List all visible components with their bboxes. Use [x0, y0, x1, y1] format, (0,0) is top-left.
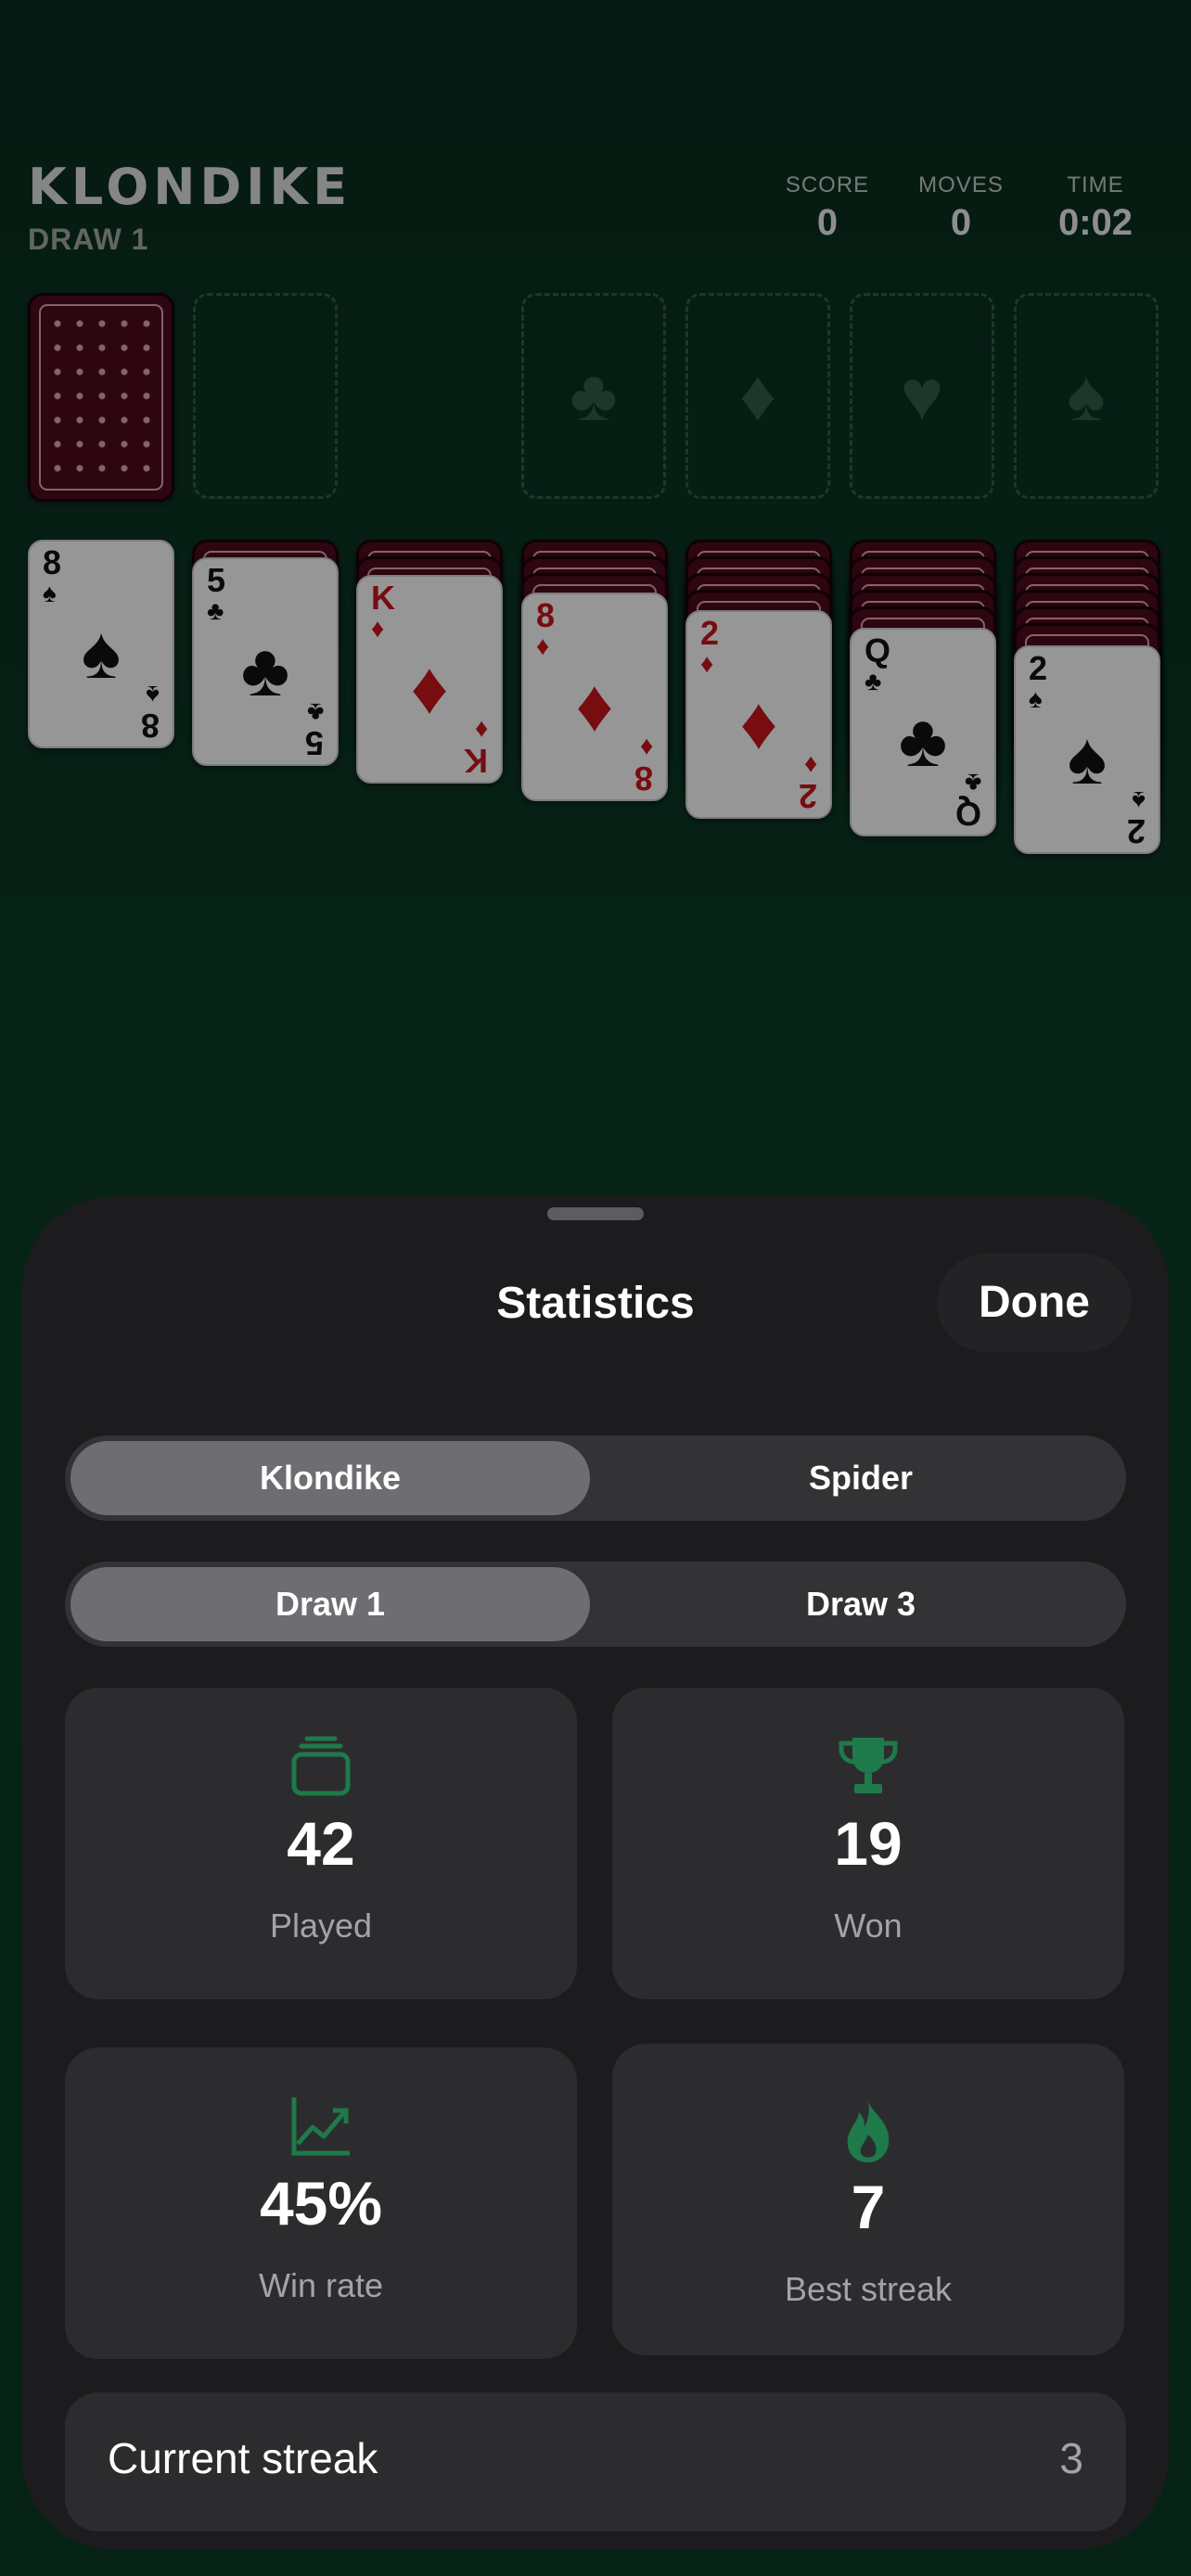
- card-suit-icon: ♦: [536, 631, 550, 660]
- card-suit-icon: ♠: [1029, 684, 1043, 713]
- card-rank: K: [464, 742, 488, 780]
- game-type-segmented: Klondike Spider: [65, 1435, 1126, 1521]
- chart-icon: [65, 2094, 577, 2159]
- win-rate-caption: Win rate: [258, 2266, 384, 2304]
- time-label: TIME: [1067, 172, 1124, 198]
- card-suit-icon: ♣: [306, 698, 324, 727]
- tab-klondike[interactable]: Klondike: [70, 1441, 590, 1515]
- won-tile: 19 Won: [612, 1688, 1124, 1999]
- flame-icon: [612, 2099, 1124, 2164]
- foundation-diamonds[interactable]: ♦: [685, 293, 830, 499]
- spade-icon: ♠: [1067, 354, 1106, 436]
- card-suit-icon: ♣: [864, 667, 882, 695]
- tableau-card[interactable]: 5 ♣ ♣ ♣ 5: [192, 557, 339, 766]
- card-suit-icon: ♣: [964, 769, 981, 797]
- card-rank: 2: [798, 777, 817, 815]
- heart-icon: ♥: [900, 354, 944, 436]
- foundation-hearts[interactable]: ♥: [850, 293, 994, 499]
- card-suit-icon: ♠: [146, 681, 160, 709]
- moves-label: MOVES: [918, 172, 1004, 198]
- card-rank: 5: [207, 561, 226, 599]
- score-label: SCORE: [785, 172, 870, 198]
- card-center-suit-icon: ♣: [898, 699, 948, 782]
- card-rank: 8: [634, 759, 653, 797]
- done-button[interactable]: Done: [937, 1254, 1132, 1352]
- card-rank: 8: [536, 596, 556, 634]
- foundation-spades[interactable]: ♠: [1014, 293, 1159, 499]
- score-value: 0: [816, 202, 839, 243]
- win-rate-tile: 45% Win rate: [65, 2047, 577, 2359]
- score-stat: SCORE 0: [762, 172, 892, 244]
- card-suit-icon: ♠: [43, 579, 57, 607]
- card-rank: 2: [1126, 812, 1146, 850]
- stock-pile[interactable]: [28, 293, 174, 502]
- moves-value: 0: [950, 202, 972, 243]
- card-center-suit-icon: ♦: [410, 646, 449, 729]
- card-center-suit-icon: ♦: [739, 682, 778, 764]
- moves-stat: MOVES 0: [896, 172, 1026, 244]
- card-suit-icon: ♦: [803, 751, 817, 780]
- card-rank: 8: [140, 707, 160, 745]
- card-center-suit-icon: ♣: [240, 629, 290, 711]
- best-streak-caption: Best streak: [784, 2270, 953, 2308]
- diamond-icon: ♦: [739, 354, 776, 436]
- waste-slot[interactable]: [193, 293, 338, 499]
- club-icon: ♣: [570, 354, 618, 436]
- card-suit-icon: ♦: [700, 649, 714, 678]
- game-title: KLONDIKE: [28, 158, 352, 216]
- best-streak-value: 7: [851, 2173, 886, 2241]
- tableau-card[interactable]: K ♦ ♦ ♦ K: [356, 575, 503, 784]
- time-stat: TIME 0:02: [1031, 172, 1160, 244]
- card-center-suit-icon: ♦: [575, 664, 614, 746]
- card-rank: 2: [700, 614, 720, 652]
- card-suit-icon: ♦: [371, 614, 385, 643]
- played-tile: 42 Played: [65, 1688, 577, 1999]
- won-caption: Won: [834, 1906, 903, 1945]
- tableau-card[interactable]: 2 ♦ ♦ ♦ 2: [685, 610, 832, 819]
- draw-mode-segmented: Draw 1 Draw 3: [65, 1562, 1126, 1647]
- stack-icon: [65, 1734, 577, 1799]
- time-value: 0:02: [1057, 202, 1133, 243]
- card-rank: Q: [864, 631, 891, 670]
- statistics-sheet: Statistics Done Klondike Spider Draw 1 D…: [22, 1196, 1169, 2550]
- won-value: 19: [834, 1809, 903, 1878]
- card-suit-icon: ♦: [639, 733, 653, 762]
- card-rank: Q: [954, 795, 981, 833]
- card-center-suit-icon: ♠: [81, 611, 122, 694]
- current-streak-label: Current streak: [108, 2434, 378, 2482]
- win-rate-value: 45%: [259, 2169, 383, 2238]
- card-rank: 2: [1029, 649, 1048, 687]
- tableau-card[interactable]: 8 ♠ ♠ ♠ 8: [28, 540, 174, 748]
- game-mode: DRAW 1: [28, 223, 149, 256]
- played-caption: Played: [269, 1906, 373, 1945]
- card-suit-icon: ♣: [207, 596, 224, 625]
- foundation-clubs[interactable]: ♣: [521, 293, 666, 499]
- trophy-icon: [612, 1734, 1124, 1799]
- current-streak-row: Current streak 3: [65, 2392, 1126, 2531]
- tab-draw-3[interactable]: Draw 3: [601, 1567, 1121, 1641]
- card-suit-icon: ♠: [1132, 786, 1146, 815]
- played-value: 42: [287, 1809, 355, 1878]
- best-streak-tile: 7 Best streak: [612, 2044, 1124, 2355]
- card-rank: 8: [43, 543, 62, 581]
- game-board: KLONDIKE DRAW 1 SCORE 0 MOVES 0 TIME 0:0…: [0, 0, 1191, 1205]
- sheet-grabber[interactable]: [547, 1207, 644, 1220]
- card-suit-icon: ♦: [474, 716, 488, 745]
- tableau-card[interactable]: Q ♣ ♣ ♣ Q: [850, 628, 996, 836]
- tab-draw-1[interactable]: Draw 1: [70, 1567, 590, 1641]
- current-streak-value: 3: [1059, 2434, 1083, 2482]
- tableau-card[interactable]: 2 ♠ ♠ ♠ 2: [1014, 645, 1160, 854]
- tab-spider[interactable]: Spider: [601, 1441, 1121, 1515]
- card-rank: K: [371, 579, 395, 617]
- card-center-suit-icon: ♠: [1067, 717, 1108, 799]
- tableau-card[interactable]: 8 ♦ ♦ ♦ 8: [521, 593, 668, 801]
- card-rank: 5: [304, 724, 324, 762]
